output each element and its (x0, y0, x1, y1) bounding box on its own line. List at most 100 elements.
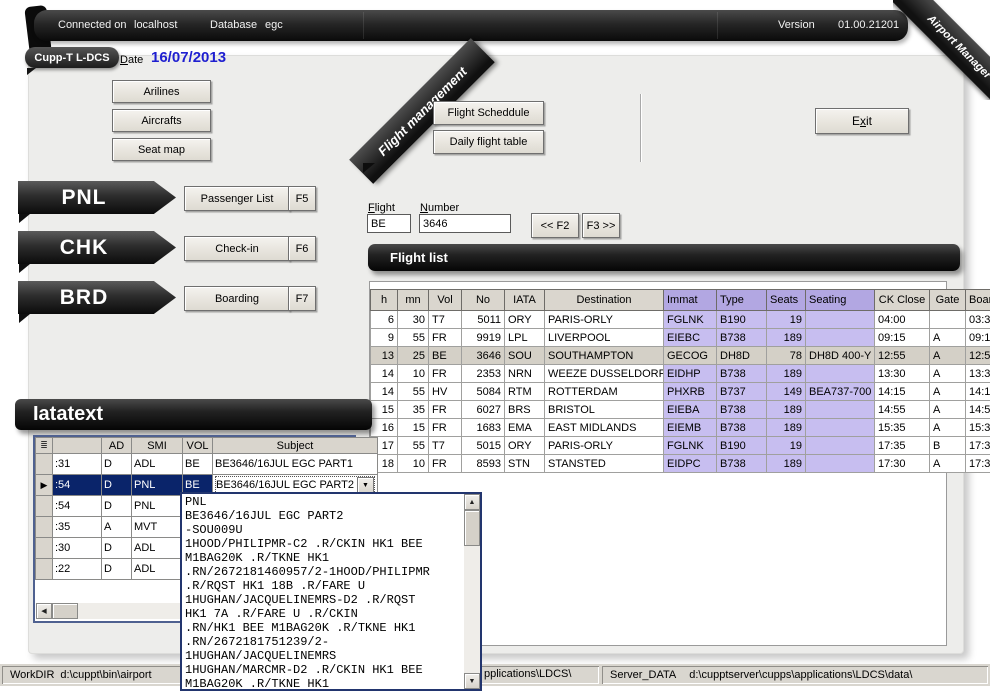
flight-cell[interactable]: B738 (717, 329, 767, 347)
iata-cell-time[interactable]: :54 (53, 496, 102, 517)
flight-cell[interactable]: B737 (717, 383, 767, 401)
flight-cell[interactable]: 55 (398, 329, 429, 347)
flight-cell[interactable]: DH8D 400-Y (806, 347, 875, 365)
iata-cell-ad[interactable]: D (102, 496, 132, 517)
flight-cell[interactable]: BEA737-700 (806, 383, 875, 401)
flight-cell[interactable]: FR (429, 401, 462, 419)
flight-cell[interactable]: 35 (398, 401, 429, 419)
boarding-fkey-button[interactable]: F7 (288, 286, 316, 311)
iata-col-header-1[interactable] (53, 438, 102, 454)
next-flight-button[interactable]: F3 >> (582, 213, 620, 238)
flight-cell[interactable] (806, 401, 875, 419)
flight-cell[interactable]: 10 (398, 455, 429, 473)
flight-cell[interactable]: EIEBC (664, 329, 717, 347)
flight-cell[interactable]: B190 (717, 311, 767, 329)
flight-cell[interactable]: 14:15 (966, 383, 990, 401)
flight-row[interactable]: 1325BE3646SOUSOUTHAMPTONGECOGDH8D78DH8D … (371, 347, 990, 365)
flight-cell[interactable]: 13 (371, 347, 398, 365)
flight-cell[interactable]: A (930, 419, 966, 437)
flight-cell[interactable]: 17:35 (875, 437, 930, 455)
subject-dropdown-button[interactable]: ▼ (357, 477, 374, 494)
flight-cell[interactable]: PARIS-ORLY (545, 437, 664, 455)
iata-cell-ad[interactable]: D (102, 559, 132, 580)
iata-cell-smi[interactable]: MVT (132, 517, 183, 538)
flight-cell[interactable]: EIEMB (664, 419, 717, 437)
scroll-left-button[interactable]: ◀ (36, 603, 52, 619)
flight-col-header-0[interactable]: h (371, 290, 398, 311)
flight-cell[interactable]: BRS (505, 401, 545, 419)
row-gutter[interactable] (36, 559, 53, 580)
flight-input[interactable] (367, 214, 411, 233)
iata-cell-smi[interactable]: ADL (132, 559, 183, 580)
flight-cell[interactable]: A (930, 347, 966, 365)
prev-flight-button[interactable]: << F2 (531, 213, 579, 238)
flight-cell[interactable]: 30 (398, 311, 429, 329)
flight-cell[interactable]: FR (429, 419, 462, 437)
flight-schedule-button[interactable]: Flight Scheddule (433, 101, 544, 125)
flight-cell[interactable]: BRISTOL (545, 401, 664, 419)
flight-cell[interactable] (806, 437, 875, 455)
iata-cell-vol[interactable]: BE (183, 454, 213, 475)
flight-cell[interactable]: 14:15 (875, 383, 930, 401)
vscroll-thumb[interactable] (464, 510, 480, 546)
iata-cell-ad[interactable]: D (102, 538, 132, 559)
iata-col-header-5[interactable]: Subject (213, 438, 378, 454)
flight-cell[interactable]: EIDPC (664, 455, 717, 473)
flight-cell[interactable]: A (930, 365, 966, 383)
flight-cell[interactable]: RTM (505, 383, 545, 401)
flight-cell[interactable]: B (930, 437, 966, 455)
passenger-list-button[interactable]: Passenger List (184, 186, 290, 211)
iata-cell-time[interactable]: :35 (53, 517, 102, 538)
flight-row[interactable]: 1810FR8593STNSTANSTEDEIDPCB73818917:30A1… (371, 455, 990, 473)
check-in-button[interactable]: Check-in (184, 236, 290, 261)
flight-row[interactable]: 955FR9919LPLLIVERPOOLEIEBCB73818909:15A0… (371, 329, 990, 347)
flight-cell[interactable]: 6 (371, 311, 398, 329)
iata-row[interactable]: :31DADLBEBE3646/16JUL EGC PART1 (36, 454, 378, 475)
flight-col-header-11[interactable]: Gate (930, 290, 966, 311)
flight-cell[interactable]: SOUTHAMPTON (545, 347, 664, 365)
popup-vscrollbar[interactable]: ▲ ▼ (464, 494, 480, 689)
flight-cell[interactable]: 55 (398, 383, 429, 401)
iata-cell-time[interactable]: :30 (53, 538, 102, 559)
flight-col-header-4[interactable]: IATA (505, 290, 545, 311)
flight-cell[interactable]: WEEZE DUSSELDORF (545, 365, 664, 383)
iata-cell-time[interactable]: :31 (53, 454, 102, 475)
flight-cell[interactable]: B738 (717, 365, 767, 383)
iata-cell-smi[interactable]: PNL (132, 496, 183, 517)
flight-col-header-2[interactable]: Vol (429, 290, 462, 311)
flight-cell[interactable]: 8593 (462, 455, 505, 473)
flight-cell[interactable]: 3646 (462, 347, 505, 365)
flight-cell[interactable]: 189 (767, 455, 806, 473)
flight-cell[interactable]: FGLNK (664, 311, 717, 329)
flight-cell[interactable]: 189 (767, 329, 806, 347)
iata-cell-time[interactable]: :54 (53, 475, 102, 496)
flight-cell[interactable]: 15:35 (966, 419, 990, 437)
flight-col-header-1[interactable]: mn (398, 290, 429, 311)
flight-cell[interactable]: BE (429, 347, 462, 365)
flight-cell[interactable]: 14 (371, 365, 398, 383)
flight-cell[interactable]: ORY (505, 311, 545, 329)
flight-cell[interactable]: FR (429, 365, 462, 383)
flight-cell[interactable]: 15 (371, 401, 398, 419)
flight-col-header-12[interactable]: Boarding (966, 290, 990, 311)
flight-cell[interactable]: 9 (371, 329, 398, 347)
flight-list-table[interactable]: hmnVolNoIATADestinationImmatTypeSeatsSea… (370, 289, 990, 473)
iata-cell-ad[interactable]: D (102, 454, 132, 475)
flight-cell[interactable]: 09:15 (875, 329, 930, 347)
flight-cell[interactable]: 6027 (462, 401, 505, 419)
flight-cell[interactable] (806, 455, 875, 473)
flight-cell[interactable] (806, 419, 875, 437)
flight-cell[interactable]: 189 (767, 365, 806, 383)
flight-cell[interactable]: A (930, 383, 966, 401)
flight-cell[interactable]: FR (429, 329, 462, 347)
flight-cell[interactable]: ORY (505, 437, 545, 455)
flight-row[interactable]: 1755T75015ORYPARIS-ORLYFGLNKB1901917:35B… (371, 437, 990, 455)
iata-col-header-4[interactable]: VOL (183, 438, 213, 454)
flight-cell[interactable]: 12:55 (966, 347, 990, 365)
iata-cell-smi[interactable]: ADL (132, 538, 183, 559)
check-in-fkey-button[interactable]: F6 (288, 236, 316, 261)
flight-cell[interactable]: STANSTED (545, 455, 664, 473)
flight-row[interactable]: 1410FR2353NRNWEEZE DUSSELDORFEIDHPB73818… (371, 365, 990, 383)
flight-cell[interactable] (806, 329, 875, 347)
iata-cell-ad[interactable]: A (102, 517, 132, 538)
